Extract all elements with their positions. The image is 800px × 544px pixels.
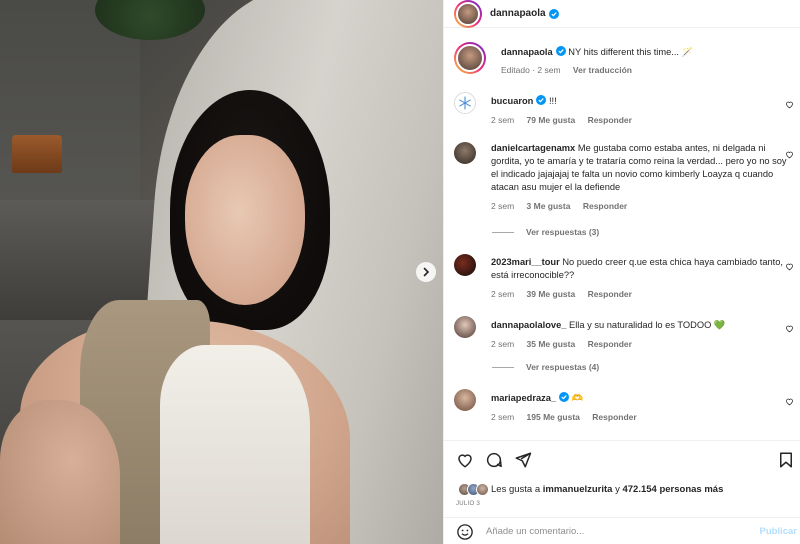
comment-avatar[interactable] [454,316,476,338]
edited-label: Editado · 2 sem [501,65,561,75]
post-date: JULIO 3 [456,501,481,507]
comment-text: 🫶 [571,393,584,403]
view-replies-button[interactable]: Ver respuestas (3) [492,227,599,237]
translate-link[interactable]: Ver traducción [573,65,632,75]
instagram-post-modal: dannapaola dannapaola NY hits different … [0,0,800,544]
heart-icon[interactable] [785,100,794,109]
comments-list[interactable]: dannapaola NY hits different this time..… [444,40,800,440]
comment-avatar[interactable] [454,389,476,411]
comment-username[interactable]: dannapaolalove_ [491,320,566,330]
publish-button[interactable]: Publicar [760,526,798,537]
post-actions: Les gusta a immanuelzurita y 472.154 per… [444,440,800,544]
heart-icon[interactable] [785,397,794,406]
comment-item: dannapaolalove_ Ella y su naturalidad lo… [454,316,794,351]
post-side-panel: dannapaola dannapaola NY hits different … [443,0,800,544]
save-icon[interactable] [777,451,795,469]
comment-avatar[interactable] [454,92,476,114]
comment-text: Ella y su naturalidad lo es TODOO 💚 [569,320,726,330]
view-replies-button[interactable]: Ver respuestas (4) [492,362,599,372]
comment-avatar[interactable] [454,142,476,164]
comment-username[interactable]: bucuaron [491,96,533,106]
comment-item: danielcartagenamx Me gustaba como estaba… [454,142,794,213]
comment-age: 2 sem [491,289,515,299]
comment-icon[interactable] [485,451,503,469]
verified-icon [548,8,559,19]
next-arrow-icon [423,267,430,277]
caption-text: NY hits different this time... 🪄 [568,47,694,57]
reply-button[interactable]: Responder [592,412,636,422]
comment-likes[interactable]: 195 Me gusta [527,412,580,422]
comment-item: 2023mari__tour No puedo creer q.ue esta … [454,254,794,301]
reply-button[interactable]: Responder [588,115,632,125]
photo-top [160,345,310,544]
view-replies-label: Ver respuestas (3) [526,227,600,237]
comment-username[interactable]: 2023mari__tour [491,257,560,267]
photo-arm [0,400,120,544]
comment-item: bucuaron !!! 2 sem 79 Me gusta Responder [454,92,794,127]
caption: dannapaola NY hits different this time..… [454,42,794,77]
comment-age: 2 sem [491,412,515,422]
comment-text: !!! [548,96,557,106]
replies-line [492,231,514,233]
verified-icon [555,46,566,56]
post-header: dannapaola [444,0,800,28]
comment-username[interactable]: danielcartagenamx [491,143,575,153]
likes-prefix: Les gusta a [491,484,541,495]
caption-avatar[interactable] [454,42,486,74]
author-username[interactable]: dannapaola [490,8,546,19]
likes-summary[interactable]: Les gusta a immanuelzurita y 472.154 per… [458,483,723,496]
reply-button[interactable]: Responder [588,289,632,299]
reply-button[interactable]: Responder [588,339,632,349]
next-photo-button[interactable] [416,262,436,282]
verified-icon [559,392,570,402]
post-photo[interactable] [0,0,443,544]
emoji-icon[interactable] [456,523,474,541]
comment-age: 2 sem [491,339,515,349]
comment-username[interactable]: mariapedraza_ [491,393,556,403]
heart-icon[interactable] [785,150,794,159]
comment-age: 2 sem [491,201,515,211]
like-heart-icon[interactable] [456,451,474,469]
comment-input[interactable] [486,526,736,537]
view-replies-label: Ver respuestas (4) [526,362,600,372]
likes-count[interactable]: 472.154 personas más [622,484,723,495]
snowflake-logo-icon [459,96,471,110]
share-icon[interactable] [514,451,532,469]
comment-likes[interactable]: 79 Me gusta [527,115,576,125]
caption-username[interactable]: dannapaola [501,47,553,57]
verified-icon [536,95,547,105]
author-avatar[interactable] [454,0,482,28]
comment-item: mariapedraza_ 🫶 2 sem 195 Me gusta Respo… [454,389,794,424]
comment-likes[interactable]: 35 Me gusta [527,339,576,349]
heart-icon[interactable] [785,324,794,333]
replies-line [492,366,514,368]
comment-likes[interactable]: 3 Me gusta [527,201,571,211]
photo-lamp [12,135,62,173]
comment-avatar[interactable] [454,254,476,276]
reply-button[interactable]: Responder [583,201,627,211]
comment-likes[interactable]: 39 Me gusta [527,289,576,299]
likes-connector: y [615,484,620,495]
liker-username[interactable]: immanuelzurita [543,484,613,495]
heart-icon[interactable] [785,262,794,271]
liker-avatars [458,483,489,496]
add-comment-bar: Publicar [444,517,800,544]
photo-face [185,135,305,305]
comment-age: 2 sem [491,115,515,125]
